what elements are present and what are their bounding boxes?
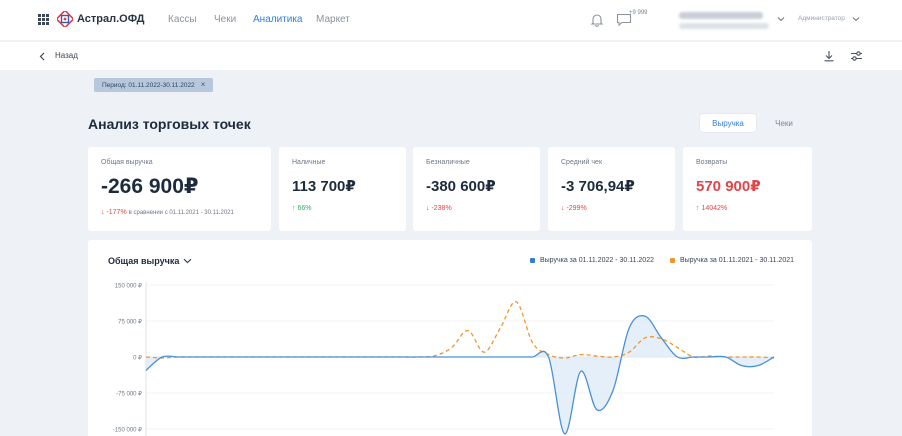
kpi-label: Средний чек: [561, 159, 603, 166]
company-subtitle-blurred: [679, 23, 769, 29]
period-filter-chip[interactable]: Период: 01.11.2022-30.11.2022 ×: [94, 78, 214, 92]
kpi-cards: Общая выручка -266 900₽ ↓ -177% в сравне…: [88, 147, 812, 231]
chevron-left-icon[interactable]: [39, 52, 45, 61]
top-nav: Астрал.ОФД Кассы Чеки Аналитика Маркет +…: [0, 0, 902, 40]
kpi-value: 570 900₽: [696, 178, 761, 195]
series-current-line: [145, 315, 775, 435]
kpi-label: Возвраты: [696, 159, 728, 166]
kpi-delta: ↑ 14042%: [696, 205, 728, 212]
kpi-card-cash[interactable]: Наличные 113 700₽ ↑ 66%: [279, 147, 406, 231]
chevron-down-icon[interactable]: [777, 16, 785, 22]
kpi-delta: ↓ -177% в сравнении с 01.11.2021 - 30.11…: [101, 209, 258, 216]
kpi-card-refunds[interactable]: Возвраты 570 900₽ ↑ 14042%: [683, 147, 812, 231]
y-tick-label: 75 000 ₽: [118, 319, 142, 326]
toggle-receipts[interactable]: Чеки: [756, 114, 812, 132]
kpi-value: -3 706,94₽: [561, 178, 635, 195]
sub-toolbar: Назад: [0, 41, 902, 70]
kpi-card-cashless[interactable]: Безналичные -380 600₽ ↓ -238%: [413, 147, 540, 231]
filter-settings-icon[interactable]: [850, 50, 863, 62]
nav-market[interactable]: Маркет: [316, 14, 350, 25]
kpi-compare-text: в сравнении с 01.11.2021 - 30.11.2021: [128, 210, 234, 216]
logo-icon: [57, 11, 73, 27]
kpi-value: -266 900₽: [101, 175, 199, 198]
series-current-area: [146, 315, 774, 434]
download-icon[interactable]: [823, 50, 835, 62]
company-name-blurred[interactable]: [679, 12, 763, 19]
kpi-delta: ↓ -299%: [561, 205, 587, 212]
kpi-value: 113 700₽: [292, 178, 356, 195]
brand-name[interactable]: Астрал.ОФД: [77, 13, 144, 25]
nav-kassy[interactable]: Кассы: [168, 14, 197, 25]
kpi-delta-value: ↓ -177%: [101, 209, 127, 216]
apps-grid-icon[interactable]: [38, 14, 49, 25]
period-chip-label: Период: 01.11.2022-30.11.2022: [102, 81, 195, 89]
analytics-panel: Анализ торговых точек Выручка Чеки Общая…: [88, 96, 812, 436]
kpi-delta: ↓ -238%: [426, 205, 452, 212]
kpi-card-average-check[interactable]: Средний чек -3 706,94₽ ↓ -299%: [548, 147, 675, 231]
series-previous-line: [145, 301, 775, 359]
user-role[interactable]: Администратор: [798, 15, 845, 22]
revenue-chart-card: Общая выручка Выручка за 01.11.2022 - 30…: [88, 240, 812, 436]
kpi-value: -380 600₽: [426, 178, 496, 195]
kpi-card-total-revenue[interactable]: Общая выручка -266 900₽ ↓ -177% в сравне…: [88, 147, 271, 231]
kpi-label: Безналичные: [426, 159, 470, 166]
nav-cheki[interactable]: Чеки: [214, 14, 236, 25]
bell-icon[interactable]: [590, 12, 604, 27]
close-icon[interactable]: ×: [201, 81, 206, 89]
kpi-delta: ↑ 66%: [292, 205, 312, 212]
kpi-label: Наличные: [292, 159, 326, 166]
chevron-down-icon[interactable]: [852, 16, 860, 22]
kpi-label: Общая выручка: [101, 159, 153, 166]
y-tick-label: 0 ₽: [133, 355, 142, 362]
metric-toggle: Выручка Чеки: [700, 114, 812, 132]
y-tick-label: 150 000 ₽: [115, 283, 142, 290]
nav-analytics[interactable]: Аналитика: [253, 14, 303, 25]
chat-badge: +9 999: [629, 10, 648, 16]
y-tick-label: -150 000 ₽: [113, 427, 142, 434]
back-button[interactable]: Назад: [55, 51, 78, 60]
revenue-line-chart[interactable]: 150 000 ₽ 75 000 ₽ 0 ₽ -75 000 ₽ -150 000 ₽: [88, 240, 812, 436]
y-tick-label: -75 000 ₽: [116, 391, 142, 398]
toggle-revenue[interactable]: Выручка: [700, 114, 756, 132]
page-title: Анализ торговых точек: [88, 116, 251, 132]
